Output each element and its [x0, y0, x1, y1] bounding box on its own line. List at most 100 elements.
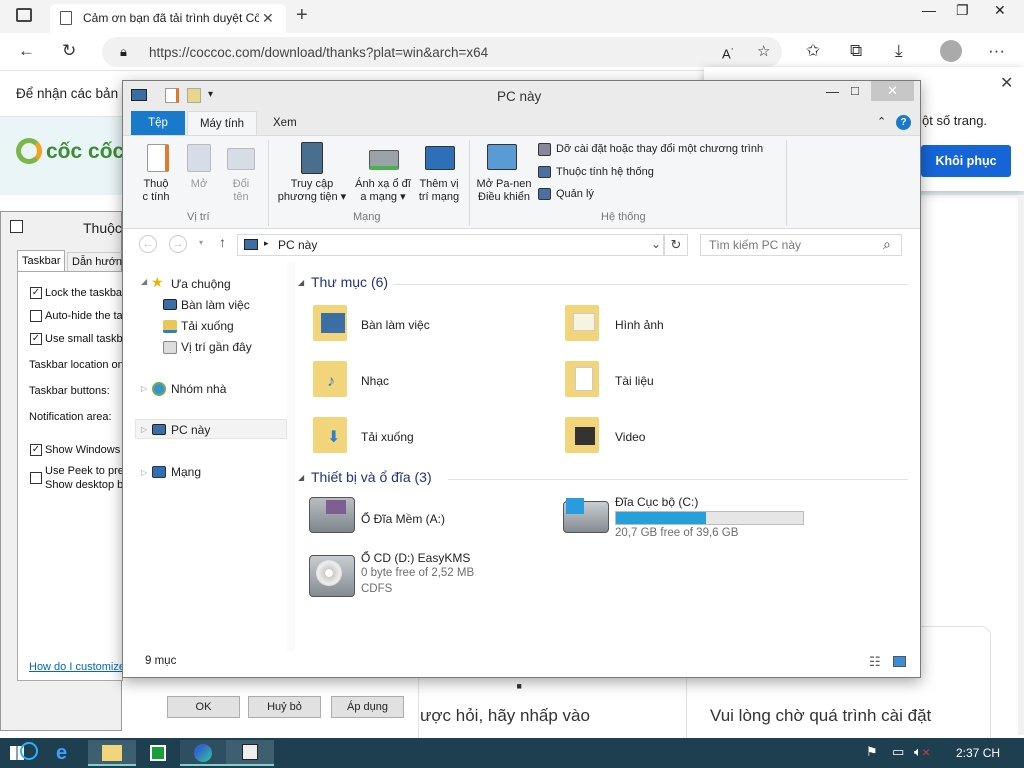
volume-muted-icon[interactable]: 🔈︎✕ [914, 744, 930, 760]
lock-taskbar-checkbox[interactable]: ✓ [30, 287, 42, 299]
taskbar-settings-taskbar-icon[interactable] [226, 740, 274, 766]
expand-icon[interactable]: ▷ [141, 468, 147, 477]
folder-downloads[interactable]: Tải xuống [361, 430, 414, 444]
store-taskbar-icon[interactable] [134, 740, 182, 766]
nav-desktop[interactable]: Bàn làm việc [181, 298, 250, 312]
folder-music[interactable]: Nhạc [361, 374, 389, 388]
access-media-button[interactable]: Truy cập phương tiện ▾ [273, 178, 351, 204]
tab-file[interactable]: Tệp [131, 111, 185, 135]
help-icon[interactable]: ? [896, 115, 911, 130]
small-buttons-checkbox[interactable]: ✓ [30, 333, 42, 345]
open-button[interactable]: Mở [185, 178, 213, 191]
folder-desktop[interactable]: Bàn làm việc [361, 318, 430, 332]
search-icon[interactable]: ⌕ [883, 236, 891, 253]
restore-button[interactable]: Khôi phục [921, 145, 1011, 177]
collections-icon[interactable]: ⧉ [850, 41, 862, 61]
lock-icon[interactable]: 🔒︎ [120, 44, 127, 60]
downloads-icon[interactable]: ⤓ [895, 41, 903, 61]
breadcrumb[interactable]: PC này [278, 238, 317, 252]
network-tray-icon[interactable]: ▭ [892, 744, 904, 760]
manage-button[interactable]: Quản lý [556, 188, 594, 201]
start-button[interactable] [8, 742, 38, 764]
tab-view[interactable]: Xem [273, 111, 297, 135]
new-folder-qa-icon[interactable] [187, 88, 201, 103]
tab-navigation[interactable]: Dẫn hướng [67, 252, 128, 272]
collapse-icon[interactable]: ◢ [298, 278, 304, 287]
back-icon[interactable]: ← [139, 235, 157, 253]
profile-avatar[interactable] [940, 40, 962, 62]
system-properties-button[interactable]: Thuộc tính hệ thống [556, 166, 654, 179]
address-bar[interactable]: ▸ PC này ⌄ [237, 234, 664, 256]
address-bar[interactable]: 🔒︎ https://coccoc.com/download/thanks?pl… [102, 37, 782, 67]
up-icon[interactable]: ↑ [219, 234, 226, 250]
favorite-add-icon[interactable]: ☆ [757, 42, 770, 60]
forward-icon[interactable]: → [169, 235, 187, 253]
back-icon[interactable]: ← [18, 41, 35, 61]
favorites-icon[interactable]: ✩ [806, 41, 820, 61]
ok-button[interactable]: OK [167, 696, 240, 718]
ie-taskbar-icon[interactable]: e [42, 740, 90, 766]
open-control-panel-button[interactable]: Mở Pa-nen Điều khiển [473, 178, 535, 204]
refresh-icon[interactable]: ↻ [62, 41, 76, 61]
rename-button[interactable]: Đổi tên [225, 178, 257, 204]
nav-favorites[interactable]: Ưa chuộng [171, 277, 231, 291]
nav-thispc[interactable]: PC này [171, 423, 210, 437]
show-windows-checkbox[interactable]: ✓ [30, 444, 42, 456]
add-network-location-button[interactable]: Thêm vị trí mạng [415, 178, 463, 204]
recent-locations-icon[interactable]: ▾ [199, 238, 203, 247]
breadcrumb-separator-icon[interactable]: ▸ [264, 238, 269, 249]
close-window-icon[interactable]: ✕ [994, 2, 1006, 19]
minimize-icon[interactable]: — [826, 84, 839, 99]
tab-actions-icon[interactable] [16, 8, 32, 22]
drive-local-c[interactable]: Đĩa Cục bộ (C:) [615, 495, 698, 509]
expand-icon[interactable]: ▷ [141, 425, 147, 434]
expand-icon[interactable]: ▷ [141, 384, 147, 393]
uninstall-button[interactable]: Dỡ cài đặt hoặc thay đổi một chương trìn… [556, 143, 763, 156]
use-peek-checkbox[interactable] [30, 472, 42, 484]
nav-homegroup[interactable]: Nhóm nhà [171, 382, 226, 396]
qa-dropdown-icon[interactable]: ▾ [208, 89, 213, 100]
edge-taskbar-icon[interactable] [180, 740, 228, 766]
close-icon[interactable]: ✕ [1000, 73, 1013, 93]
drive-cd[interactable]: Ổ CD (D:) EasyKMS [361, 551, 470, 565]
properties-qa-icon[interactable] [165, 88, 179, 103]
close-tab-icon[interactable]: ✕ [262, 10, 274, 27]
folder-documents[interactable]: Tài liệu [615, 374, 654, 388]
nav-network[interactable]: Mạng [171, 465, 201, 479]
browser-tab[interactable]: Cảm ơn bạn đã tải trình duyệt Cốc Cốc ✕ [50, 4, 286, 33]
file-explorer-taskbar-icon[interactable] [88, 740, 136, 766]
chevron-down-icon[interactable]: ⌄ [651, 237, 661, 251]
help-link[interactable]: How do I customize [29, 661, 125, 673]
cancel-button[interactable]: Huỷ bỏ [248, 696, 321, 718]
devices-section-header[interactable]: Thiết bị và ổ đĩa (3) [311, 469, 432, 485]
new-tab-icon[interactable]: + [296, 4, 308, 27]
nav-downloads[interactable]: Tải xuống [181, 319, 234, 333]
clock[interactable]: 2:37 CH [956, 746, 1000, 760]
collapse-icon[interactable]: ◢ [298, 473, 304, 482]
chevron-up-icon[interactable]: ⌃ [877, 115, 886, 128]
minimize-icon[interactable]: — [922, 2, 936, 18]
large-icons-view-icon[interactable] [893, 656, 906, 667]
nav-recent[interactable]: Vị trí gần đây [181, 340, 252, 354]
tab-taskbar[interactable]: Taskbar [17, 250, 65, 272]
tab-computer[interactable]: Máy tính [187, 111, 257, 136]
drive-floppy[interactable]: Ổ Đĩa Mềm (A:) [361, 512, 445, 526]
details-view-icon[interactable]: ☷ [869, 654, 881, 670]
close-window-icon[interactable]: ✕ [871, 81, 914, 101]
read-aloud-icon[interactable]: Aᐧ [722, 43, 733, 61]
auto-hide-checkbox[interactable] [30, 310, 42, 322]
properties-button[interactable]: Thuộ c tính [137, 178, 175, 204]
folders-section-header[interactable]: Thư mục (6) [311, 274, 388, 290]
action-center-flag-icon[interactable]: ⚑ [866, 744, 878, 760]
url-text[interactable]: https://coccoc.com/download/thanks?plat=… [149, 45, 488, 60]
more-menu-icon[interactable]: ··· [988, 41, 1005, 61]
folder-videos[interactable]: Video [615, 430, 645, 444]
search-input[interactable]: Tìm kiếm PC này ⌕ [700, 234, 902, 256]
map-drive-button[interactable]: Ánh xạ ổ đĩ a mạng ▾ [351, 178, 415, 204]
expand-icon[interactable]: ◢ [141, 277, 147, 286]
refresh-icon[interactable]: ↻ [664, 234, 688, 256]
folder-pictures[interactable]: Hình ảnh [615, 318, 664, 332]
apply-button[interactable]: Áp dụng [331, 696, 404, 718]
restore-icon[interactable]: ❐ [956, 2, 969, 19]
maximize-icon[interactable]: □ [851, 83, 859, 98]
